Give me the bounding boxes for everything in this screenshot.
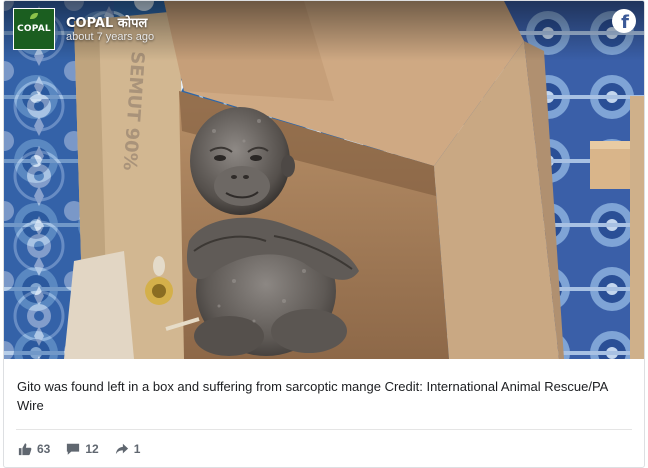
share-button[interactable]: 1	[115, 442, 141, 456]
facebook-post-card: SEMUT 90% COPAL COPAL कोपल about 7 years…	[3, 0, 645, 468]
divider	[16, 429, 632, 430]
like-count: 63	[37, 442, 51, 456]
avatar-logo-text: COPAL	[17, 24, 51, 34]
post-actions-bar: 63 12 1	[18, 441, 156, 457]
thumbs-up-icon	[18, 443, 32, 456]
leaf-icon	[30, 13, 38, 19]
comment-icon	[67, 443, 80, 455]
share-count: 1	[133, 442, 141, 456]
post-caption: Gito was found left in a box and sufferi…	[17, 379, 608, 413]
comment-count: 12	[85, 442, 99, 456]
like-button[interactable]: 63	[18, 442, 50, 456]
post-photo[interactable]: SEMUT 90% COPAL COPAL कोपल about 7 years…	[4, 1, 644, 359]
post-timestamp[interactable]: about 7 years ago	[66, 31, 154, 43]
comment-button[interactable]: 12	[66, 442, 99, 456]
page-name-link[interactable]: COPAL कोपल	[66, 13, 147, 31]
page-avatar[interactable]: COPAL	[13, 8, 55, 50]
facebook-icon[interactable]: f	[612, 9, 636, 33]
share-arrow-icon	[115, 443, 128, 455]
